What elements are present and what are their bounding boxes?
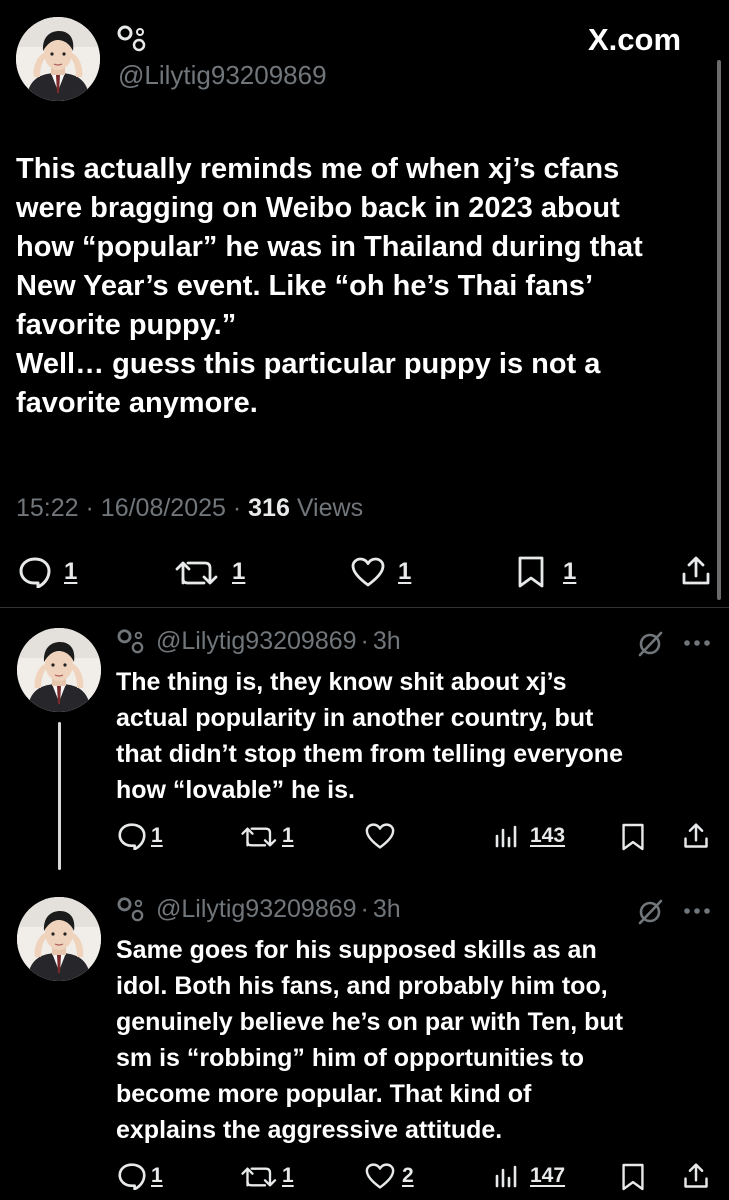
thread-line	[58, 722, 61, 870]
heart-icon[interactable]	[364, 822, 396, 850]
views-count[interactable]: 143	[530, 824, 565, 848]
reply-text-line: Same goes for his supposed skills as an	[116, 936, 597, 964]
separator: ·	[360, 894, 369, 923]
views-label: Views	[296, 494, 364, 522]
reply-text-line: The thing is, they know shit about xj’s	[116, 668, 567, 696]
reply-handle[interactable]: @Lilytig93209869	[156, 627, 357, 656]
views-count: 316	[248, 494, 290, 522]
reply-age[interactable]: 3h	[373, 627, 401, 656]
heart-icon[interactable]	[364, 1162, 396, 1190]
post-text: This actually reminds me of when xj’s cf…	[16, 150, 716, 423]
reply-header: @Lilytig93209869 · 3h	[116, 626, 401, 656]
post-date[interactable]: 16/08/2025	[101, 494, 226, 522]
post-text-line: Well… guess this particular puppy is not…	[16, 348, 601, 380]
bookmark-count[interactable]: 1	[563, 558, 576, 586]
reply-count[interactable]: 1	[151, 1164, 163, 1188]
ring-emoji-icon	[116, 24, 148, 52]
more-icon[interactable]	[683, 638, 711, 648]
reply-text-line: genuinely believe he’s on par with Ten, …	[116, 1008, 624, 1036]
reply-text: Same goes for his supposed skills as an …	[116, 932, 716, 1148]
reply-text-line: that didn’t stop them from telling every…	[116, 740, 623, 768]
reply-icon[interactable]	[117, 822, 147, 850]
grok-icon[interactable]	[636, 630, 664, 658]
share-icon[interactable]	[682, 1161, 710, 1191]
like-count[interactable]: 2	[402, 1164, 414, 1188]
reply-text-line: idol. Both his fans, and probably him to…	[116, 972, 608, 1000]
repost-count[interactable]: 1	[282, 824, 294, 848]
like-count[interactable]: 1	[398, 558, 411, 586]
avatar[interactable]	[17, 897, 101, 981]
reply-text: The thing is, they know shit about xj’s …	[116, 664, 716, 808]
post-text-line: favorite puppy.”	[16, 309, 237, 341]
repost-count[interactable]: 1	[232, 558, 245, 586]
repost-icon[interactable]	[174, 558, 222, 588]
reply-text-line: sm is “robbing” him of opportunities to	[116, 1044, 585, 1072]
separator: ·	[232, 494, 242, 522]
share-icon[interactable]	[680, 554, 712, 588]
analytics-icon[interactable]	[494, 824, 520, 848]
ring-emoji-icon	[116, 628, 146, 654]
reply-icon[interactable]	[117, 1162, 147, 1190]
reply-text-line: actual popularity in another country, bu…	[116, 704, 594, 732]
bookmark-icon[interactable]	[621, 1162, 645, 1192]
post-text-line: New Year’s event. Like “oh he’s Thai fan…	[16, 270, 593, 302]
reply-text-line: become more popular. That kind of	[116, 1080, 532, 1108]
avatar[interactable]	[16, 17, 100, 101]
avatar[interactable]	[17, 628, 101, 712]
divider	[0, 607, 729, 608]
reply-text-line: explains the aggressive attitude.	[116, 1116, 503, 1144]
share-icon[interactable]	[682, 821, 710, 851]
separator: ·	[360, 626, 369, 655]
reply-header: @Lilytig93209869 · 3h	[116, 894, 401, 924]
reply-count[interactable]: 1	[64, 558, 77, 586]
site-watermark: X.com	[588, 22, 682, 57]
post-text-line: were bragging on Weibo back in 2023 abou…	[16, 192, 620, 224]
repost-count[interactable]: 1	[282, 1164, 294, 1188]
repost-icon[interactable]	[240, 1164, 280, 1190]
reply-age[interactable]: 3h	[373, 895, 401, 924]
post-author-handle[interactable]: @Lilytig93209869	[118, 60, 327, 91]
reply-handle[interactable]: @Lilytig93209869	[156, 895, 357, 924]
post-time[interactable]: 15:22	[16, 494, 79, 522]
post-text-line: favorite anymore.	[16, 387, 258, 419]
more-icon[interactable]	[683, 906, 711, 916]
repost-icon[interactable]	[240, 824, 280, 850]
reply-text-line: how “lovable” he is.	[116, 776, 355, 804]
separator: ·	[85, 494, 94, 522]
post-meta: 15:22 · 16/08/2025 · 316 Views	[16, 494, 363, 523]
grok-icon[interactable]	[636, 898, 664, 926]
analytics-icon[interactable]	[494, 1164, 520, 1188]
bookmark-icon[interactable]	[517, 555, 545, 589]
post-text-line: how “popular” he was in Thailand during …	[16, 231, 643, 263]
bookmark-icon[interactable]	[621, 822, 645, 852]
heart-icon[interactable]	[350, 556, 386, 588]
ring-emoji-icon	[116, 896, 146, 922]
views-count[interactable]: 147	[530, 1164, 565, 1188]
reply-count[interactable]: 1	[151, 824, 163, 848]
reply-icon[interactable]	[18, 556, 52, 588]
post-text-line: This actually reminds me of when xj’s cf…	[16, 153, 620, 185]
scrollbar[interactable]	[717, 60, 721, 600]
